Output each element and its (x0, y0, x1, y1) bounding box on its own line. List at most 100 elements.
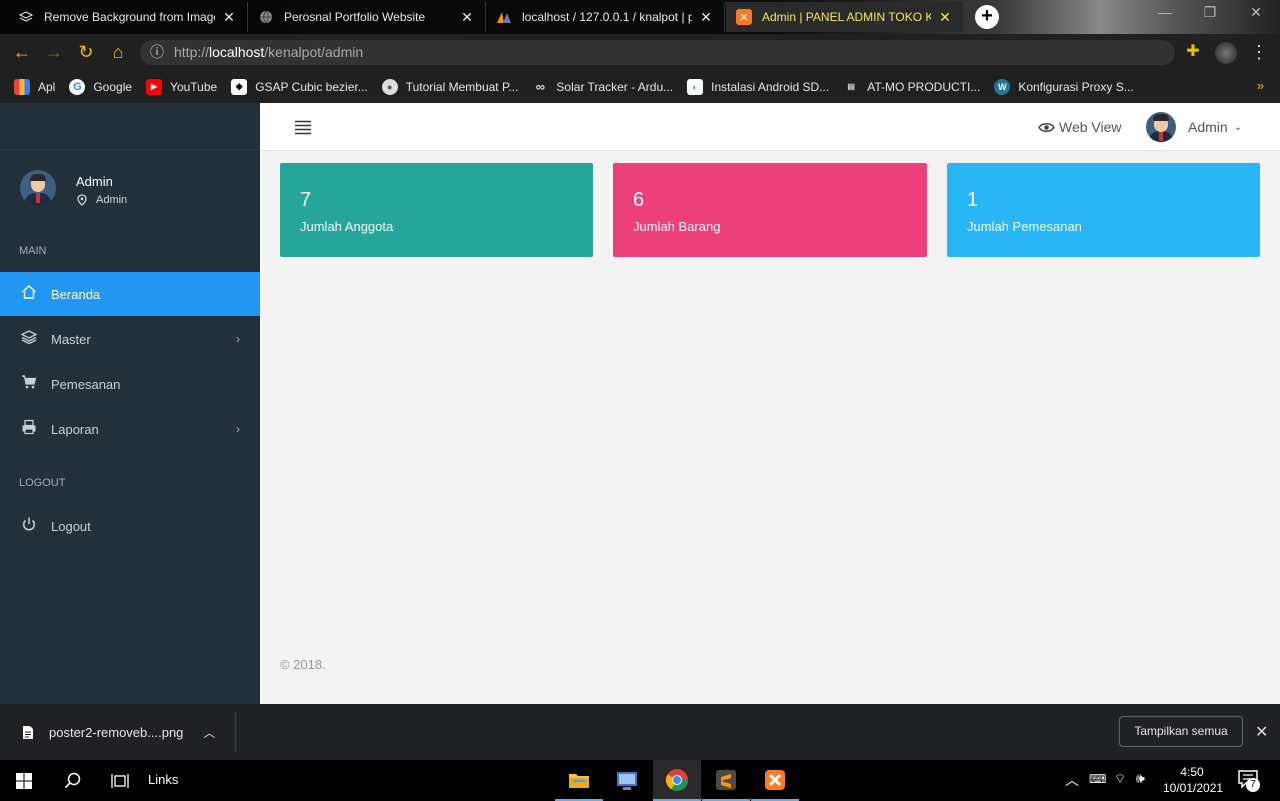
sidebar-item-master[interactable]: Master › (0, 317, 260, 361)
stat-value: 7 (300, 189, 312, 211)
browser-tab-strip: Remove Background from Image ✕ Perosnal … (0, 0, 1280, 34)
bookmark-youtube[interactable]: ▶ YouTube (146, 78, 218, 95)
action-center-icon[interactable]: 7 (1238, 770, 1260, 792)
bookmark-apl[interactable]: Apl (14, 78, 55, 95)
web-view-label: Web View (1059, 119, 1122, 135)
clock-date: 10/01/2021 (1163, 781, 1224, 795)
sidebar-user-name: Admin (76, 174, 113, 189)
wordpress-icon: W (994, 78, 1011, 95)
xampp-taskbar-icon[interactable] (751, 760, 799, 801)
tab-admin-panel[interactable]: ✕ Admin | PANEL ADMIN TOKO KN ✕ (726, 2, 964, 32)
youtube-icon: ▶ (146, 78, 163, 95)
codepen-icon: ◈ (231, 78, 248, 95)
sidebar-item-logout[interactable]: Logout (0, 504, 260, 548)
sidebar-item-label: Beranda (51, 286, 101, 302)
sidebar-user-role: Admin (96, 194, 128, 206)
url-scheme: http:// (174, 44, 210, 60)
new-tab-button[interactable]: + (975, 5, 999, 29)
chevron-right-icon: › (236, 422, 240, 436)
tab-remove-background[interactable]: Remove Background from Image ✕ (8, 2, 248, 32)
bookmark-google[interactable]: G Google (69, 78, 132, 95)
disc-icon: ● (381, 78, 398, 95)
keyboard-status-icon[interactable]: ⌨ (1089, 772, 1106, 786)
tab-title: Remove Background from Image (44, 10, 215, 24)
close-window-icon[interactable]: ✕ (1236, 4, 1276, 21)
download-item[interactable]: poster2-removeb....png ︿ (0, 712, 236, 752)
extensions-icon[interactable]: ✚ (1182, 42, 1204, 62)
info-icon[interactable]: ⓘ (150, 40, 164, 65)
sublime-text-icon[interactable] (702, 760, 750, 801)
chevron-down-icon: ⌄ (1233, 121, 1243, 133)
bookmark-atmo[interactable]: ▤ AT-MO PRODUCTI... (843, 79, 980, 95)
chrome-taskbar-icon[interactable] (653, 760, 701, 801)
notification-count: 7 (1246, 778, 1260, 792)
bookmark-tutorial[interactable]: ● Tutorial Membuat P... (381, 78, 518, 95)
tab-phpmyadmin[interactable]: localhost / 127.0.0.1 / knalpot | ph ✕ (486, 2, 725, 32)
system-clock[interactable]: 4:50 10/01/2021 (1163, 764, 1224, 796)
stat-card-anggota[interactable]: 7 Jumlah Anggota (280, 163, 593, 257)
layers-icon (19, 329, 39, 349)
bookmark-gsap[interactable]: ◈ GSAP Cubic bezier... (231, 78, 368, 95)
bookmark-label: YouTube (170, 79, 218, 94)
cart-icon (19, 374, 39, 394)
sidebar-item-beranda[interactable]: Beranda (0, 272, 260, 316)
stat-card-pemesanan[interactable]: 1 Jumlah Pemesanan (947, 163, 1260, 257)
stat-label: Jumlah Barang (633, 219, 721, 234)
bookmark-android-sdk[interactable]: ◐ Instalasi Android SD... (687, 78, 829, 95)
restore-icon[interactable]: ❐ (1190, 4, 1230, 21)
sidebar-item-pemesanan[interactable]: Pemesanan (0, 362, 260, 406)
profile-avatar[interactable] (1215, 42, 1237, 64)
menu-kebab-icon[interactable]: ⋮ (1248, 42, 1270, 62)
stat-card-barang[interactable]: 6 Jumlah Barang (613, 163, 927, 257)
task-view-icon[interactable] (96, 760, 144, 801)
google-icon: G (69, 78, 86, 95)
sidebar-item-label: Laporan (51, 421, 99, 437)
reload-icon[interactable]: ↻ (75, 42, 97, 62)
bookmark-label: Konfigurasi Proxy S... (1018, 79, 1134, 94)
user-avatar (1146, 112, 1176, 142)
forward-icon[interactable]: → (43, 42, 65, 62)
search-icon[interactable] (48, 760, 96, 801)
remote-desktop-icon[interactable] (603, 760, 651, 801)
home-icon (19, 284, 39, 304)
windows-taskbar: Links ︿ ⌨ ⌔ 🕪 4:50 10/01/2021 7 (0, 760, 1280, 801)
tab-portfolio[interactable]: Perosnal Portfolio Website ✕ (248, 2, 486, 32)
close-downloads-icon[interactable]: ✕ (1255, 722, 1268, 742)
bookmark-label: AT-MO PRODUCTI... (867, 79, 981, 94)
close-tab-icon[interactable]: ✕ (937, 9, 953, 26)
stat-value: 1 (967, 189, 979, 211)
url-path: /kenalpot/admin (264, 44, 364, 60)
bookmark-proxy[interactable]: W Konfigurasi Proxy S... (994, 78, 1134, 95)
home-icon[interactable]: ⌂ (107, 42, 129, 62)
phpmyadmin-icon (496, 9, 512, 25)
sidebar-item-laporan[interactable]: Laporan › (0, 407, 260, 451)
user-dropdown[interactable]: Admin ⌄ (1146, 112, 1242, 142)
atmo-icon: ▤ (847, 82, 855, 91)
show-all-button[interactable]: Tampilkan semua (1119, 716, 1243, 747)
bookmark-solar-tracker[interactable]: ∞ Solar Tracker - Ardu... (532, 79, 673, 95)
close-tab-icon[interactable]: ✕ (459, 9, 475, 26)
address-bar[interactable]: ⓘ http://localhost/kenalpot/admin (140, 40, 1175, 65)
stat-label: Jumlah Pemesanan (967, 219, 1082, 234)
chevron-up-icon[interactable]: ︿ (203, 724, 215, 741)
sidebar-header (0, 103, 260, 150)
file-explorer-icon[interactable] (555, 760, 603, 801)
section-main-label: MAIN (19, 245, 47, 257)
close-tab-icon[interactable]: ✕ (698, 9, 714, 26)
stat-value: 6 (633, 189, 645, 211)
close-tab-icon[interactable]: ✕ (221, 9, 237, 26)
location-pin-icon (77, 194, 87, 206)
sidebar-avatar (20, 170, 56, 206)
more-bookmarks-icon[interactable]: » (1257, 78, 1264, 93)
volume-icon[interactable]: 🕪 (1136, 770, 1145, 787)
sidebar-item-label: Logout (51, 518, 91, 534)
wifi-icon[interactable]: ⌔ (1114, 771, 1126, 787)
hamburger-menu-icon[interactable] (294, 120, 312, 140)
tray-overflow-icon[interactable]: ︿ (1065, 770, 1079, 790)
links-toolbar-label[interactable]: Links (148, 772, 178, 787)
section-logout-label: LOGOUT (19, 477, 66, 489)
minimize-icon[interactable]: — (1145, 4, 1185, 20)
windows-start-icon[interactable] (0, 760, 48, 801)
web-view-link[interactable]: Web View (1038, 119, 1122, 135)
back-icon[interactable]: ← (11, 42, 33, 62)
